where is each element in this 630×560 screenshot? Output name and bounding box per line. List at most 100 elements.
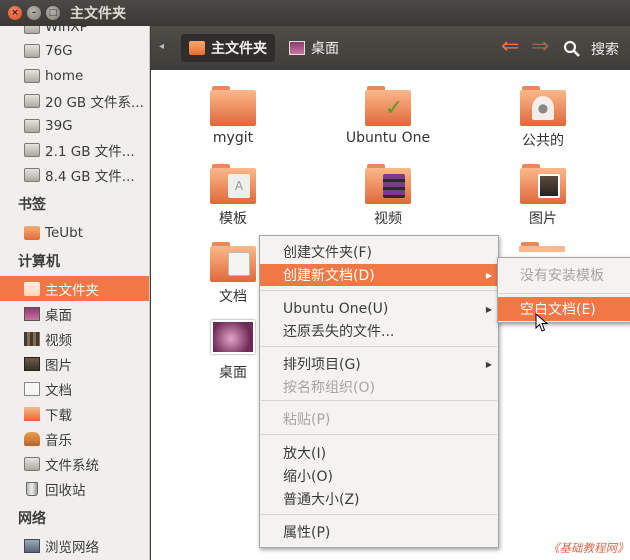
trash-icon [26,481,38,496]
file-item-templates[interactable]: A 模板 [178,164,288,228]
sidebar-item-label: 主文件夹 [45,282,99,299]
file-label: Ubuntu One [345,130,431,146]
public-folder-icon: ● [520,86,566,126]
file-item-videos[interactable]: 视频 [333,164,443,228]
menu-item-label: 按名称组织(O) [283,380,375,396]
sidebar-item-trash[interactable]: 回收站 [0,476,149,501]
menu-item-label: 放大(I) [283,446,327,462]
submenu-item-label: 没有安装模板 [520,268,604,284]
menu-item-label: 创建文件夹(F) [283,245,372,261]
drive-icon [24,93,40,108]
sidebar-item-label: 桌面 [45,307,72,324]
breadcrumb-label: 桌面 [311,41,339,57]
mouse-cursor-icon [535,313,549,332]
pictures-icon [24,356,40,371]
pictures-folder-icon [520,164,566,204]
filesystem-icon [24,456,40,471]
desktop-icon [289,41,305,55]
sidebar-item-home-folder[interactable]: 主文件夹 [0,276,149,301]
submenu-item-label: 空白文档(E) [520,302,596,318]
menu-separator [261,346,497,347]
sidebar-item-documents[interactable]: 文档 [0,376,149,401]
menu-item-restore-missing[interactable]: 还原丢失的文件... [260,320,498,342]
sidebar-item-76g[interactable]: 76G [0,38,149,63]
sidebar-item-browse-network[interactable]: 浏览网络 [0,533,149,558]
title-bar: × – □ 主文件夹 [0,0,630,26]
sidebar-item-label: TeUbt [45,224,84,241]
menu-item-properties[interactable]: 属性(P) [260,521,498,543]
file-label: 桌面 [219,365,247,381]
menu-item-label: 还原丢失的文件... [283,324,395,340]
sidebar-item-teubt[interactable]: TeUbt [0,220,149,245]
submenu-arrow-icon: ▶ [485,270,492,280]
sidebar-item-desktop[interactable]: 桌面 [0,301,149,326]
drive-icon [24,142,40,157]
sidebar-item-label: 20 GB 文件系... [45,94,144,111]
menu-item-organize-by-name: 按名称组织(O) [260,376,498,398]
sidebar-item-filesystem[interactable]: 文件系统 [0,451,149,476]
sidebar-item-label: WinXP [45,26,88,35]
sidebar-item-label: 下载 [45,407,72,424]
menu-item-arrange-items[interactable]: 排列项目(G) ▶ [260,353,498,375]
menu-separator [261,434,497,435]
videos-folder-icon [365,164,411,204]
sidebar-item-label: 76G [45,42,73,59]
search-icon[interactable] [563,40,581,58]
sidebar-item-label: 浏览网络 [45,539,99,556]
menu-item-label: 粘贴(P) [283,412,331,428]
menu-item-label: 属性(P) [283,525,331,541]
menu-separator [261,400,497,401]
menu-item-create-folder[interactable]: 创建文件夹(F) [260,241,498,263]
maximize-window-button[interactable]: □ [46,6,60,20]
file-label: 视频 [374,211,402,227]
sidebar-item-39g[interactable]: 39G [0,113,149,138]
file-label: mygit [212,130,254,146]
file-label: 图片 [529,211,557,227]
window-title: 主文件夹 [70,6,126,22]
file-item-mygit[interactable]: mygit [178,86,288,146]
sidebar-item-label: 音乐 [45,432,72,449]
submenu-arrow-icon: ▶ [485,359,492,369]
menu-item-zoom-out[interactable]: 缩小(O) [260,465,498,487]
submenu-item-no-templates: 没有安装模板 [498,263,630,287]
sidebar-item-2gb[interactable]: 2.1 GB 文件... [0,137,149,162]
menu-item-normal-size[interactable]: 普通大小(Z) [260,488,498,510]
drive-icon [24,68,40,83]
sidebar-item-music[interactable]: 音乐 [0,426,149,451]
submenu-item-empty-document[interactable]: 空白文档(E) [498,297,630,321]
scroll-left-icon[interactable]: ◂ [159,41,164,52]
watermark: 《基础教程网》 [548,541,629,555]
menu-item-create-document[interactable]: 创建新文档(D) ▶ [260,264,498,286]
network-heading: 网络 [18,511,46,527]
file-label: 公共的 [522,133,564,149]
close-window-button[interactable]: × [8,6,22,20]
sidebar-item-videos[interactable]: 视频 [0,326,149,351]
file-item-pictures[interactable]: 图片 [488,164,598,228]
ubuntu-one-folder-icon: ✓ [365,86,411,126]
desktop-icon [24,306,40,321]
menu-item-ubuntu-one[interactable]: Ubuntu One(U) ▶ [260,298,498,320]
file-label: 模板 [219,211,247,227]
drive-icon [24,167,40,182]
back-arrow-icon[interactable]: ⇐ [501,36,519,58]
breadcrumb-desktop[interactable]: 桌面 [281,34,347,62]
menu-item-zoom-in[interactable]: 放大(I) [260,442,498,464]
search-label[interactable]: 搜索 [591,39,619,59]
folder-icon [210,86,256,126]
menu-separator [261,290,497,291]
sidebar-item-pictures[interactable]: 图片 [0,351,149,376]
sidebar-item-20gb[interactable]: 20 GB 文件系... [0,88,149,113]
menu-separator [261,514,497,515]
music-icon [24,431,40,446]
sidebar-item-8gb[interactable]: 8.4 GB 文件... [0,162,149,187]
submenu-arrow-icon: ▶ [485,304,492,314]
sidebar-item-home[interactable]: home [0,63,149,88]
minimize-window-button[interactable]: – [27,6,41,20]
breadcrumb-home[interactable]: 主文件夹 [181,34,275,62]
bookmarks-heading: 书签 [18,197,46,213]
file-item-public[interactable]: ● 公共的 [488,86,598,150]
file-item-ubuntu-one[interactable]: ✓ Ubuntu One [333,86,443,146]
forward-arrow-icon[interactable]: ⇒ [531,36,549,58]
sidebar-item-downloads[interactable]: 下载 [0,401,149,426]
menu-item-label: 普通大小(Z) [283,492,360,508]
